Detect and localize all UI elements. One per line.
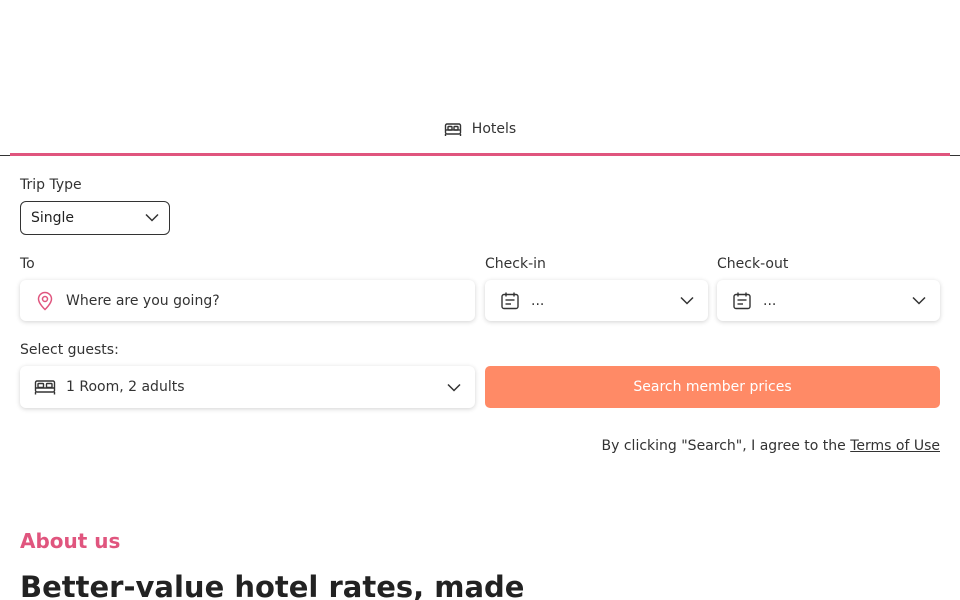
trip-type-value: Single: [31, 210, 75, 226]
chevron-down-icon: [912, 296, 926, 305]
bed-icon: [444, 121, 462, 137]
checkin-label: Check-in: [485, 256, 546, 272]
calendar-icon: [731, 290, 753, 312]
calendar-icon: [499, 290, 521, 312]
about-headline: Better-value hotel rates, made: [20, 570, 525, 600]
tab-hotels-label: Hotels: [471, 120, 517, 137]
chevron-down-icon: [447, 383, 461, 392]
checkin-field[interactable]: ...: [485, 280, 708, 321]
destination-label: To: [20, 256, 35, 272]
guests-label: Select guests:: [20, 342, 119, 358]
terms-notice: By clicking "Search", I agree to the Ter…: [602, 438, 940, 454]
trip-type-select[interactable]: Single: [20, 201, 170, 235]
checkout-value: ...: [763, 292, 777, 309]
destination-input[interactable]: Where are you going?: [66, 293, 461, 309]
bed-icon: [34, 376, 56, 398]
chevron-down-icon: [145, 210, 159, 226]
checkout-label: Check-out: [717, 256, 789, 272]
search-button[interactable]: Search member prices: [485, 366, 940, 408]
trip-type-label: Trip Type: [20, 177, 82, 193]
about-us-heading: About us: [20, 529, 121, 553]
tab-hotels[interactable]: Hotels: [10, 104, 950, 156]
chevron-down-icon: [680, 296, 694, 305]
destination-field[interactable]: Where are you going?: [20, 280, 475, 321]
tab-bar: Hotels: [0, 104, 960, 156]
terms-of-use-link[interactable]: Terms of Use: [850, 438, 940, 454]
location-pin-icon: [34, 290, 56, 312]
checkin-value: ...: [531, 292, 545, 309]
terms-text: By clicking "Search", I agree to the: [601, 438, 851, 454]
guests-select[interactable]: 1 Room, 2 adults: [20, 366, 475, 408]
checkout-field[interactable]: ...: [717, 280, 940, 321]
guests-value: 1 Room, 2 adults: [66, 379, 185, 395]
